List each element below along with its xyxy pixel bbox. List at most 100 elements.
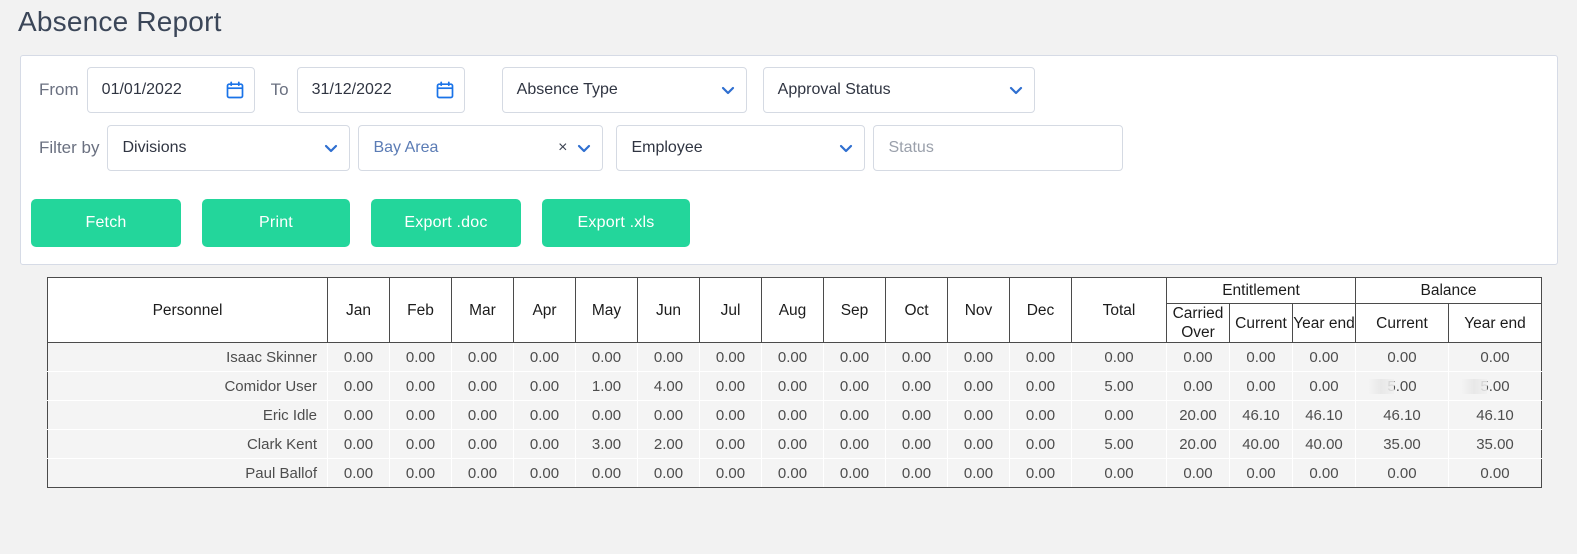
cell-month-mar: 0.00 <box>451 429 514 459</box>
cell-month-dec: 0.00 <box>1009 342 1072 372</box>
col-header-oct[interactable]: Oct <box>885 277 948 343</box>
to-label: To <box>270 80 289 99</box>
cell-total: 5.00 <box>1071 371 1167 401</box>
cell-entitlement-carried-over: 0.00 <box>1166 458 1230 488</box>
page-title: Absence Report <box>18 6 222 37</box>
cell-month-nov: 0.00 <box>947 429 1010 459</box>
fetch-button[interactable]: Fetch <box>31 199 181 247</box>
table-row[interactable]: Comidor User 0.00 0.00 0.00 0.00 1.00 4.00 0.00… <box>47 371 1542 401</box>
chevron-down-icon[interactable] <box>720 82 736 98</box>
absence-report-page: Absence Report From 01/01/2022 To 31/12/… <box>0 0 1577 554</box>
divisions-select[interactable]: Divisions <box>107 125 351 171</box>
cell-month-nov: 0.00 <box>947 400 1010 430</box>
filter-panel: From 01/01/2022 To 31/12/2022 Absence Ty… <box>20 55 1558 265</box>
cell-month-aug: 0.00 <box>761 342 824 372</box>
col-header-entitlement-current[interactable]: Current <box>1229 303 1293 343</box>
table-row[interactable]: Eric Idle 0.00 0.00 0.00 0.00 0.00 0.00 0.00 0.0… <box>47 400 1542 430</box>
approval-status-select[interactable]: Approval Status <box>762 67 1035 113</box>
cell-month-dec: 0.00 <box>1009 458 1072 488</box>
table-row[interactable]: Paul Ballof 0.00 0.00 0.00 0.00 0.00 0.00 0.00 0… <box>47 458 1542 488</box>
cell-entitlement-current: 0.00 <box>1229 371 1293 401</box>
division-chip-label: Bay Area <box>373 139 439 156</box>
col-header-jun[interactable]: Jun <box>637 277 700 343</box>
group-header-balance: Balance <box>1355 277 1542 304</box>
cell-entitlement-year-end: 40.00 <box>1292 429 1356 459</box>
export-doc-button[interactable]: Export .doc <box>371 199 521 247</box>
col-header-entitlement-year-end[interactable]: Year end <box>1292 303 1356 343</box>
cell-month-jul: 0.00 <box>699 342 762 372</box>
cell-entitlement-current: 0.00 <box>1229 342 1293 372</box>
cell-month-mar: 0.00 <box>451 400 514 430</box>
cell-entitlement-carried-over: 0.00 <box>1166 371 1230 401</box>
absence-type-select[interactable]: Absence Type <box>501 67 747 113</box>
group-header-entitlement: Entitlement <box>1166 277 1356 304</box>
from-label: From <box>39 80 79 99</box>
col-header-jan[interactable]: Jan <box>327 277 390 343</box>
col-header-total[interactable]: Total <box>1071 277 1167 343</box>
table-row[interactable]: Isaac Skinner 0.00 0.00 0.00 0.00 0.00 0.00 0.0… <box>47 342 1542 372</box>
employee-select[interactable]: Employee <box>616 125 866 171</box>
cell-month-oct: 0.00 <box>885 400 948 430</box>
cell-balance-year-end: 0.00 <box>1448 458 1542 488</box>
col-header-nov[interactable]: Nov <box>947 277 1010 343</box>
col-header-balance-year-end[interactable]: Year end <box>1448 303 1542 343</box>
division-value-select[interactable]: Bay Area × <box>358 125 604 171</box>
filter-by-row: Filter by Divisions Bay Area × Employee … <box>31 125 1131 171</box>
cell-month-aug: 0.00 <box>761 400 824 430</box>
cell-month-may: 3.00 <box>575 429 638 459</box>
chevron-down-icon[interactable] <box>323 140 339 156</box>
from-date-value: 01/01/2022 <box>101 81 182 98</box>
col-header-balance-current[interactable]: Current <box>1355 303 1449 343</box>
clear-icon[interactable]: × <box>558 140 567 156</box>
cell-month-aug: 0.00 <box>761 371 824 401</box>
table-row[interactable]: Clark Kent 0.00 0.00 0.00 0.00 3.00 2.00 0.00 0.… <box>47 429 1542 459</box>
col-header-sep[interactable]: Sep <box>823 277 886 343</box>
from-date-input[interactable]: 01/01/2022 <box>86 67 255 113</box>
cell-month-dec: 0.00 <box>1009 400 1072 430</box>
cell-month-feb: 0.00 <box>389 371 452 401</box>
cell-entitlement-year-end: 0.00 <box>1292 458 1356 488</box>
cell-total: 0.00 <box>1071 342 1167 372</box>
cell-month-apr: 0.00 <box>513 400 576 430</box>
chevron-down-icon[interactable] <box>838 140 854 156</box>
cell-month-jun: 0.00 <box>637 458 700 488</box>
col-header-jul[interactable]: Jul <box>699 277 762 343</box>
col-header-personnel[interactable]: Personnel <box>47 277 328 343</box>
date-range-row: From 01/01/2022 To 31/12/2022 Absence Ty… <box>31 67 1043 113</box>
print-button[interactable]: Print <box>202 199 350 247</box>
cell-month-nov: 0.00 <box>947 371 1010 401</box>
chevron-down-icon[interactable] <box>576 140 592 156</box>
cell-month-nov: 0.00 <box>947 458 1010 488</box>
col-header-feb[interactable]: Feb <box>389 277 452 343</box>
col-header-entitlement-carried-over[interactable]: Carried Over <box>1166 303 1230 343</box>
cell-balance-current: 46.10 <box>1355 400 1449 430</box>
col-header-mar[interactable]: Mar <box>451 277 514 343</box>
cell-personnel: Isaac Skinner <box>47 342 328 372</box>
cell-balance-year-end: 35.00 <box>1448 429 1542 459</box>
cell-month-jan: 0.00 <box>327 400 390 430</box>
cell-month-jan: 0.00 <box>327 429 390 459</box>
export-xls-button[interactable]: Export .xls <box>542 199 690 247</box>
status-input[interactable]: Status <box>873 125 1124 171</box>
cell-month-may: 1.00 <box>575 371 638 401</box>
cell-personnel: Paul Ballof <box>47 458 328 488</box>
col-header-dec[interactable]: Dec <box>1009 277 1072 343</box>
cell-month-may: 0.00 <box>575 342 638 372</box>
cell-total: 0.00 <box>1071 400 1167 430</box>
cell-personnel: Eric Idle <box>47 400 328 430</box>
cell-month-nov: 0.00 <box>947 342 1010 372</box>
cell-month-jun: 0.00 <box>637 342 700 372</box>
chevron-down-icon[interactable] <box>1008 82 1024 98</box>
calendar-icon[interactable] <box>436 81 454 99</box>
col-header-apr[interactable]: Apr <box>513 277 576 343</box>
cell-month-jul: 0.00 <box>699 429 762 459</box>
cell-month-jan: 0.00 <box>327 458 390 488</box>
cell-entitlement-year-end: 0.00 <box>1292 371 1356 401</box>
cell-personnel: Clark Kent <box>47 429 328 459</box>
calendar-icon[interactable] <box>226 81 244 99</box>
cell-balance-year-end: 5.00 <box>1448 371 1542 401</box>
col-header-may[interactable]: May <box>575 277 638 343</box>
to-date-input[interactable]: 31/12/2022 <box>296 67 465 113</box>
cell-month-may: 0.00 <box>575 400 638 430</box>
col-header-aug[interactable]: Aug <box>761 277 824 343</box>
